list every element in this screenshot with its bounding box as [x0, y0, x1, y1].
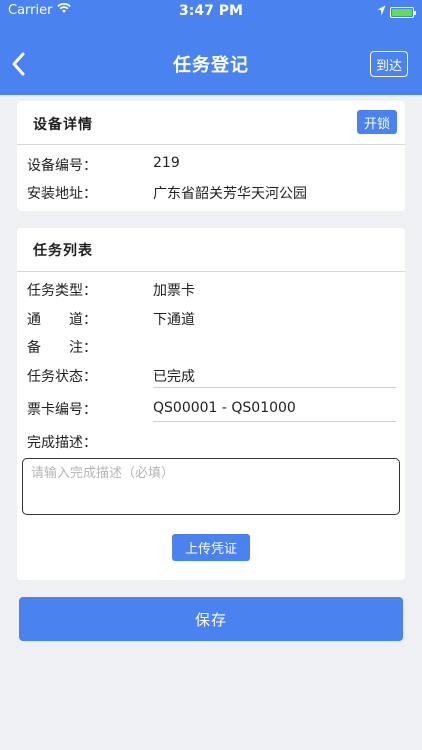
device-details-header: 设备详情 开锁 [17, 101, 405, 145]
task-type-label: 任务类型： [27, 283, 97, 299]
channel-value: 下通道 [153, 312, 195, 328]
navigation-bar: 任务登记 到达 [0, 44, 422, 84]
remark-label: 备 注： [27, 340, 97, 356]
install-address-value: 广东省韶关芳华天河公园 [153, 186, 307, 202]
task-status-value[interactable]: 已完成 [153, 366, 195, 386]
completion-description-input[interactable]: 请输入完成描述（必填） [22, 458, 400, 515]
status-bar: Carrier 3:47 PM [0, 0, 422, 22]
arrive-button[interactable]: 到达 [370, 51, 408, 77]
top-bar: Carrier 3:47 PM 任务登记 到达 [0, 0, 422, 95]
task-type-value: 加票卡 [153, 283, 195, 299]
task-status-label: 任务状态： [27, 369, 97, 385]
device-number-label: 设备编号： [27, 158, 97, 174]
ticket-number-underline [153, 421, 396, 422]
location-icon [377, 5, 386, 20]
task-list-title: 任务列表 [33, 243, 93, 259]
status-time: 3:47 PM [179, 3, 243, 19]
upload-proof-button[interactable]: 上传凭证 [172, 534, 250, 561]
battery-icon [390, 7, 416, 18]
task-list-card: 任务列表 任务类型： 加票卡 通 道： 下通道 备 注： 任务状态： 已完成 票… [17, 228, 405, 580]
unlock-button[interactable]: 开锁 [357, 110, 397, 134]
task-status-underline [153, 387, 396, 388]
device-details-title: 设备详情 [33, 117, 93, 133]
completion-description-placeholder: 请输入完成描述（必填） [31, 466, 175, 481]
battery-area [377, 5, 416, 20]
device-details-card: 设备详情 开锁 设备编号： 219 安装地址： 广东省韶关芳华天河公园 [17, 101, 405, 211]
install-address-label: 安装地址： [27, 186, 97, 202]
completion-description-label: 完成描述： [27, 435, 97, 451]
ticket-number-label: 票卡编号： [27, 402, 97, 418]
task-list-header: 任务列表 [17, 228, 405, 272]
save-button[interactable]: 保存 [19, 597, 403, 641]
channel-label: 通 道： [27, 312, 97, 328]
device-number-value: 219 [153, 155, 180, 171]
page-title: 任务登记 [173, 55, 249, 76]
ticket-number-value[interactable]: QS00001 - QS01000 [153, 400, 296, 416]
